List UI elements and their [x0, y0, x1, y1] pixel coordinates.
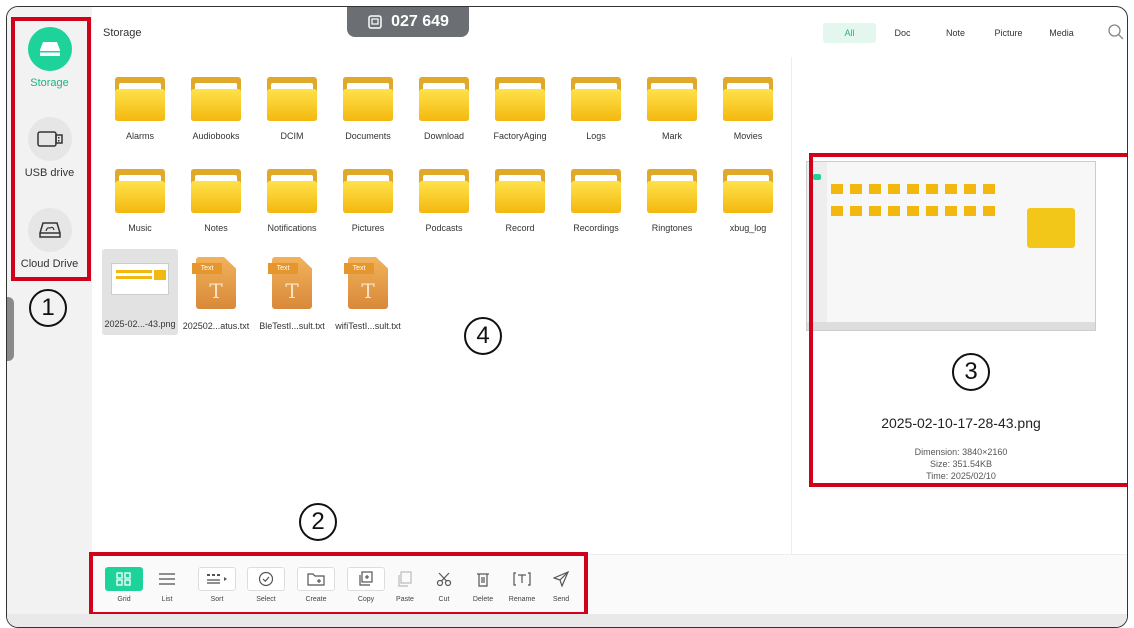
folder-label: Mark: [662, 131, 682, 141]
folder-label: Movies: [733, 131, 763, 141]
folder-label: Ringtones: [651, 223, 693, 233]
cast-icon: [368, 15, 382, 29]
folder-label: Documents: [345, 131, 391, 141]
file-label: 2025-02...-43.png: [104, 319, 176, 329]
folder-label: Download: [423, 131, 465, 141]
folder-item-logs[interactable]: Logs: [558, 77, 634, 141]
folder-item-podcasts[interactable]: Podcasts: [406, 169, 482, 233]
file-label: BleTestI...sult.txt: [259, 321, 325, 331]
folder-label: Logs: [586, 131, 606, 141]
connection-code: 027 649: [391, 13, 449, 30]
folder-icon: [267, 169, 317, 213]
filter-note[interactable]: Note: [929, 23, 982, 43]
folder-label: Audiobooks: [192, 131, 240, 141]
filter-picture[interactable]: Picture: [982, 23, 1035, 43]
folder-item-xbug-log[interactable]: xbug_log: [710, 169, 786, 233]
file-grid: Alarms Audiobooks DCIM Documents Download Fac…: [92, 57, 791, 554]
folder-item-download[interactable]: Download: [406, 77, 482, 141]
collapse-sidebar-handle[interactable]: [7, 297, 14, 361]
folder-icon: [647, 169, 697, 213]
folder-icon: [343, 77, 393, 121]
annotation-box-sidebar: [11, 17, 91, 281]
folder-icon: [495, 169, 545, 213]
folder-icon: [419, 77, 469, 121]
filter-tabs: All Doc Note Picture Media: [823, 23, 1088, 43]
annotation-box-preview: [809, 153, 1127, 487]
folder-label: xbug_log: [729, 223, 767, 233]
folder-icon: [495, 77, 545, 121]
folder-item-movies[interactable]: Movies: [710, 77, 786, 141]
bottom-strip: [7, 614, 1127, 627]
folder-item-recordings[interactable]: Recordings: [558, 169, 634, 233]
folder-label: Podcasts: [425, 223, 463, 233]
annotation-box-toolbar: [89, 552, 588, 616]
folder-label: DCIM: [280, 131, 304, 141]
folder-icon: [343, 169, 393, 213]
filter-media[interactable]: Media: [1035, 23, 1088, 43]
folder-icon: [571, 77, 621, 121]
image-thumbnail: [111, 263, 169, 295]
file-item-text[interactable]: Text T 202502...atus.txt: [178, 257, 254, 331]
folder-label: Recordings: [573, 223, 619, 233]
callout-2: 2: [299, 503, 337, 541]
folder-icon: [191, 77, 241, 121]
folder-item-documents[interactable]: Documents: [330, 77, 406, 141]
folder-icon: [571, 169, 621, 213]
file-label: 202502...atus.txt: [182, 321, 250, 331]
folder-icon: [723, 77, 773, 121]
folder-icon: [191, 169, 241, 213]
folder-label: Alarms: [125, 131, 154, 141]
file-manager-window: Storage USB drive Cloud Drive Storage 02…: [6, 6, 1128, 628]
search-icon[interactable]: [1107, 23, 1125, 41]
folder-item-notes[interactable]: Notes: [178, 169, 254, 233]
folder-item-factoryaging[interactable]: FactoryAging: [482, 77, 558, 141]
file-item-text[interactable]: Text T wifiTestI...sult.txt: [330, 257, 406, 331]
folder-label: Notes: [204, 223, 228, 233]
folder-item-dcim[interactable]: DCIM: [254, 77, 330, 141]
folder-icon: [115, 169, 165, 213]
folder-item-ringtones[interactable]: Ringtones: [634, 169, 710, 233]
folder-label: FactoryAging: [493, 131, 547, 141]
folder-icon: [723, 169, 773, 213]
folder-label: Notifications: [267, 223, 317, 233]
file-item-image[interactable]: 2025-02...-43.png: [102, 257, 178, 329]
callout-4: 4: [464, 317, 502, 355]
folder-icon: [647, 77, 697, 121]
folder-item-pictures[interactable]: Pictures: [330, 169, 406, 233]
filter-doc[interactable]: Doc: [876, 23, 929, 43]
filter-all[interactable]: All: [823, 23, 876, 43]
callout-1: 1: [29, 289, 67, 327]
folder-label: Record: [505, 223, 535, 233]
folder-item-audiobooks[interactable]: Audiobooks: [178, 77, 254, 141]
connection-code-badge: 027 649: [347, 7, 469, 37]
folder-item-alarms[interactable]: Alarms: [102, 77, 178, 141]
text-file-icon: Text T: [344, 257, 392, 311]
folder-label: Music: [128, 223, 152, 233]
page-title: Storage: [103, 27, 142, 39]
file-item-text[interactable]: Text T BleTestI...sult.txt: [254, 257, 330, 331]
text-file-icon: Text T: [268, 257, 316, 311]
folder-icon: [115, 77, 165, 121]
folder-item-record[interactable]: Record: [482, 169, 558, 233]
folder-label: Pictures: [351, 223, 385, 233]
file-label: wifiTestI...sult.txt: [335, 321, 401, 331]
text-file-icon: Text T: [192, 257, 240, 311]
folder-icon: [267, 77, 317, 121]
folder-icon: [419, 169, 469, 213]
folder-item-mark[interactable]: Mark: [634, 77, 710, 141]
folder-item-notifications[interactable]: Notifications: [254, 169, 330, 233]
folder-item-music[interactable]: Music: [102, 169, 178, 233]
